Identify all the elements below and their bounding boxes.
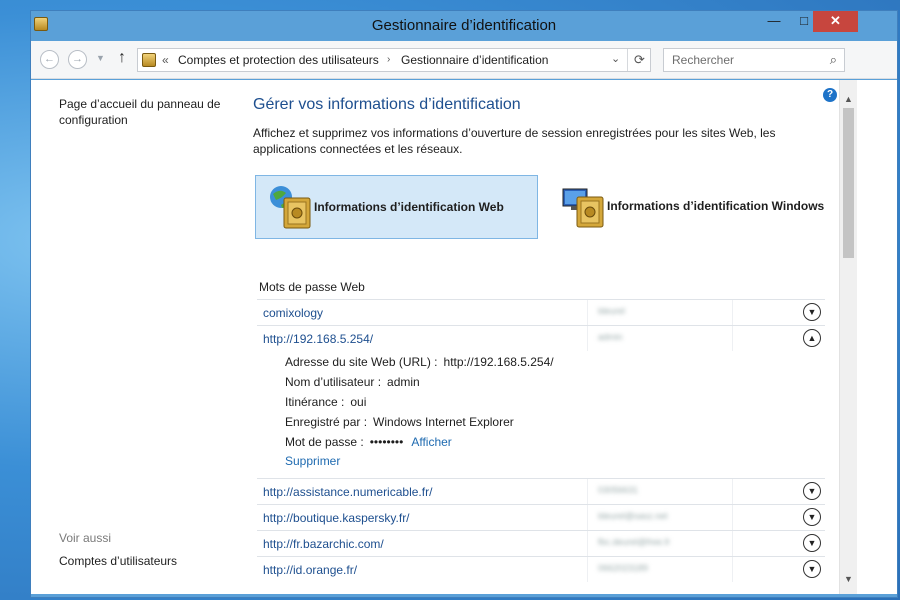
detail-user: Nom d’utilisateur : admin — [285, 375, 420, 389]
detail-roaming: Itinérance : oui — [285, 395, 366, 409]
title-bar: Gestionnaire d’identification — □ ✕ — [31, 11, 897, 41]
detail-password-label: Mot de passe : — [285, 435, 364, 449]
detail-site-label: Adresse du site Web (URL) : — [285, 355, 438, 369]
vertical-scrollbar[interactable]: ▲ ▼ — [839, 80, 857, 594]
chevron-down-icon[interactable]: ▼ — [803, 508, 821, 526]
credential-row-bazarchic[interactable]: http://fr.bazarchic.com/ fbc.deurel@free… — [257, 530, 825, 556]
page-title: Gérer vos informations d’identification — [253, 96, 521, 113]
control-panel-icon — [142, 53, 156, 67]
close-button[interactable]: ✕ — [813, 11, 858, 32]
credential-user: admin — [598, 332, 623, 342]
windows-vault-icon — [562, 188, 604, 228]
credential-user: fbc.deurel@free.fr — [598, 537, 671, 547]
credential-user: 03056631 — [598, 485, 639, 495]
web-credentials-label: Informations d’identification Web — [314, 200, 504, 214]
credential-user: ldeurel — [598, 306, 626, 316]
breadcrumb-user-accounts[interactable]: Comptes et protection des utilisateurs — [178, 53, 379, 67]
page-description: Affichez et supprimez vos informations d… — [253, 126, 776, 156]
windows-credentials-label: Informations d’identification Windows — [607, 199, 825, 213]
credential-url[interactable]: comixology — [263, 306, 323, 320]
chevron-down-icon[interactable]: ▼ — [803, 534, 821, 552]
detail-user-value: admin — [387, 375, 420, 389]
detail-user-label: Nom d’utilisateur : — [285, 375, 382, 389]
web-credentials-tile[interactable]: Informations d’identification Web — [255, 175, 538, 239]
credential-user-column: admin — [587, 326, 733, 351]
scroll-down-icon[interactable]: ▼ — [844, 574, 853, 584]
credential-user-column: 0662023189 — [587, 557, 733, 582]
credential-user-column: fbc.deurel@free.fr — [587, 531, 733, 556]
delete-credential-link[interactable]: Supprimer — [285, 454, 340, 468]
show-password-link[interactable]: Afficher — [411, 435, 451, 449]
control-panel-home-link[interactable]: Page d’accueil du panneau de configurati… — [59, 96, 229, 128]
credential-user-column: 03056631 — [587, 479, 733, 504]
web-passwords-heading: Mots de passe Web — [259, 280, 365, 294]
credential-list: comixology ldeurel ▼ http://192.168.5.25… — [257, 299, 825, 582]
credential-details: Adresse du site Web (URL) : http://192.16… — [257, 351, 825, 478]
recent-locations-chevron-icon[interactable]: ▼ — [96, 53, 105, 63]
up-button[interactable]: ↑ — [118, 49, 126, 67]
main-pane: Gérer vos informations d’identification … — [253, 80, 847, 594]
web-vault-icon — [270, 186, 311, 229]
chevron-down-icon[interactable]: ▼ — [803, 482, 821, 500]
scroll-up-icon[interactable]: ▲ — [844, 94, 853, 104]
credential-url[interactable]: http://fr.bazarchic.com/ — [263, 537, 384, 551]
see-also-heading: Voir aussi — [59, 531, 112, 545]
detail-roaming-label: Itinérance : — [285, 395, 345, 409]
credential-user: ldeurel@sasz.net — [598, 511, 668, 521]
credential-url[interactable]: http://192.168.5.254/ — [263, 332, 373, 346]
credential-row-orange[interactable]: http://id.orange.fr/ 0662023189 ▼ — [257, 556, 825, 582]
detail-saved-value: Windows Internet Explorer — [373, 415, 514, 429]
detail-password: Mot de passe : •••••••• Afficher — [285, 435, 452, 449]
detail-saved-by: Enregistré par : Windows Internet Explore… — [285, 415, 514, 429]
detail-site: Adresse du site Web (URL) : http://192.16… — [285, 355, 554, 369]
breadcrumb-credential-manager[interactable]: Gestionnaire d’identification — [401, 53, 548, 67]
back-button[interactable]: ← — [40, 50, 59, 69]
credential-url[interactable]: http://id.orange.fr/ — [263, 563, 357, 577]
chevron-down-icon[interactable]: ▼ — [803, 560, 821, 578]
windows-credentials-tile[interactable]: Informations d’identification Windows — [549, 175, 825, 239]
credential-user-column: ldeurel — [587, 300, 733, 325]
minimize-button[interactable]: — — [761, 11, 787, 32]
credential-row-kaspersky[interactable]: http://boutique.kaspersky.fr/ ldeurel@sa… — [257, 504, 825, 530]
refresh-icon[interactable]: ⟳ — [627, 49, 651, 71]
left-pane: Page d’accueil du panneau de configurati… — [31, 80, 236, 594]
credential-user-column: ldeurel@sasz.net — [587, 505, 733, 530]
forward-button[interactable]: → — [68, 50, 87, 69]
address-bar[interactable]: « Comptes et protection des utilisateurs… — [137, 48, 651, 72]
content-area: Page d’accueil du panneau de configurati… — [31, 80, 897, 594]
chevron-up-icon[interactable]: ▲ — [803, 329, 821, 347]
credential-url[interactable]: http://assistance.numericable.fr/ — [263, 485, 432, 499]
scroll-thumb[interactable] — [843, 108, 854, 258]
breadcrumb-separator-icon[interactable]: › — [387, 54, 390, 65]
chevron-down-icon[interactable]: ▼ — [803, 303, 821, 321]
credential-row-numericable[interactable]: http://assistance.numericable.fr/ 030566… — [257, 478, 825, 504]
detail-site-value: http://192.168.5.254/ — [443, 355, 554, 369]
breadcrumb-overflow[interactable]: « — [162, 53, 169, 67]
search-icon[interactable]: ⌕ — [830, 52, 837, 68]
detail-delete: Supprimer — [285, 454, 340, 468]
address-dropdown-icon[interactable]: ⌄ — [611, 52, 620, 65]
detail-roaming-value: oui — [350, 395, 367, 409]
detail-password-value: •••••••• — [369, 435, 404, 449]
search-input[interactable]: Rechercher — [672, 53, 734, 67]
credential-url[interactable]: http://boutique.kaspersky.fr/ — [263, 511, 410, 525]
credential-user: 0662023189 — [598, 563, 649, 573]
credential-row-comixology[interactable]: comixology ldeurel ▼ — [257, 299, 825, 325]
search-box[interactable]: Rechercher ⌕ — [663, 48, 845, 72]
credential-manager-window: Gestionnaire d’identification — □ ✕ ← → … — [30, 10, 898, 598]
detail-saved-label: Enregistré par : — [285, 415, 368, 429]
user-accounts-link[interactable]: Comptes d’utilisateurs — [59, 554, 177, 568]
credential-row-192-168-5-254[interactable]: http://192.168.5.254/ admin ▲ — [257, 325, 825, 351]
navigation-bar: ← → ▼ ↑ « Comptes et protection des util… — [31, 41, 897, 79]
